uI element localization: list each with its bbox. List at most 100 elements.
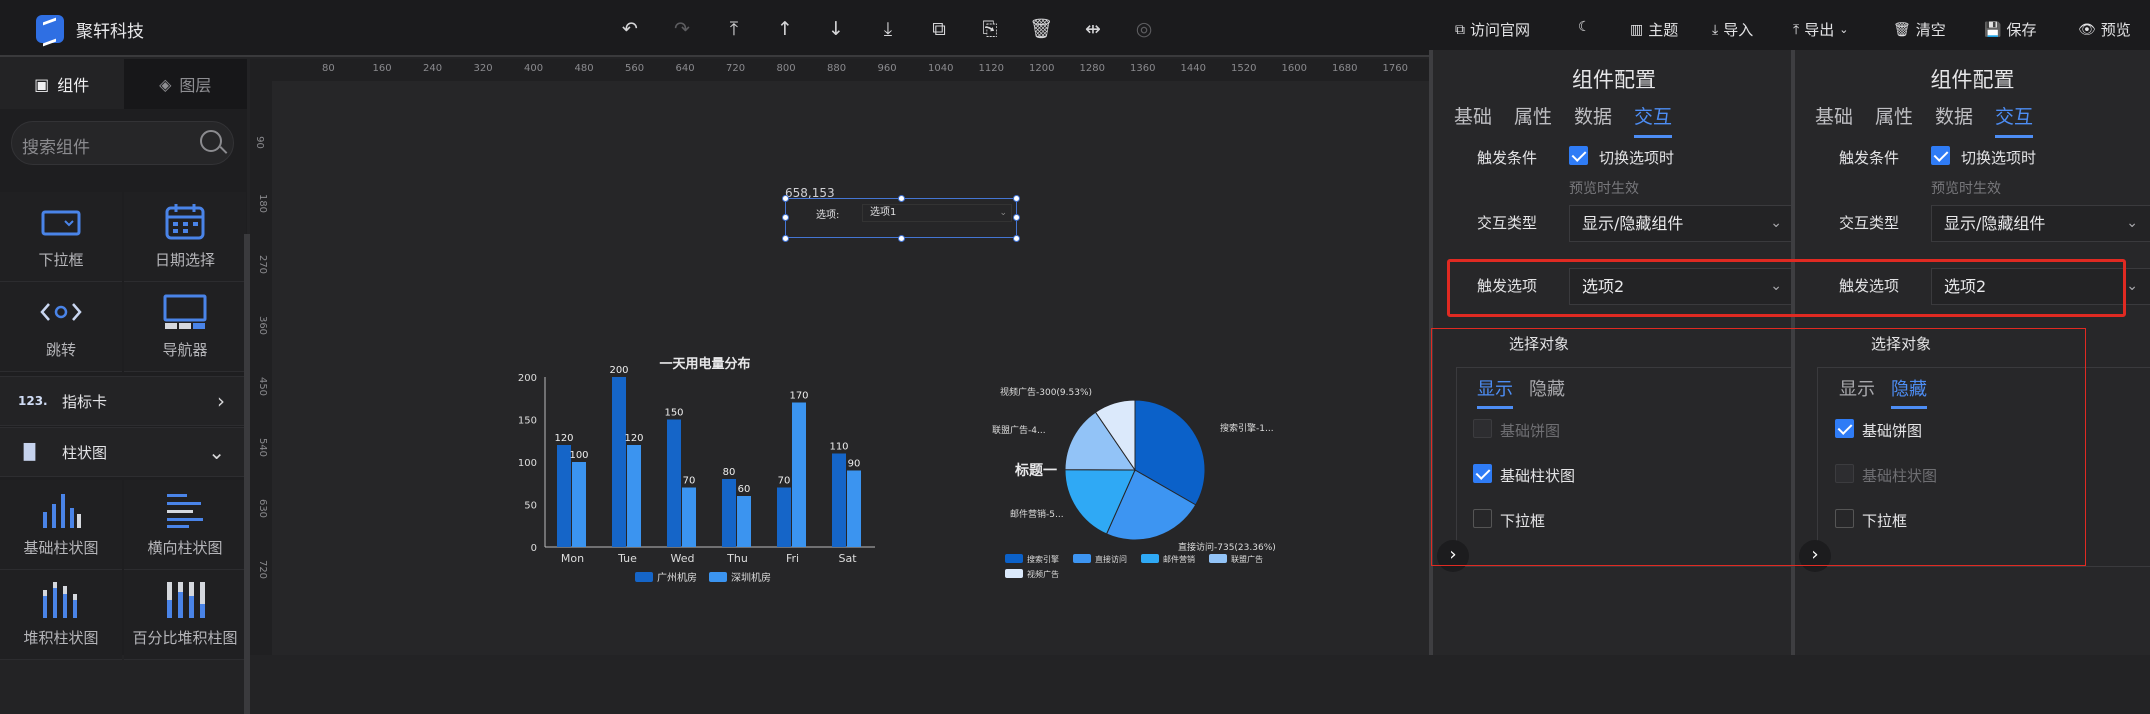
- resize-handle-b[interactable]: [898, 235, 905, 242]
- chevron-down-icon: ⌄: [2126, 215, 2138, 231]
- theme-toggle-button[interactable]: ☾: [1578, 19, 1591, 35]
- clear-button[interactable]: 🗑 清空: [1893, 19, 1946, 40]
- ruler-top: 80 160 240 320 400 480 560 640 720 800 880 960 1040 1…: [258, 59, 1509, 81]
- align-icon[interactable]: ⇹: [1081, 17, 1105, 41]
- external-link-icon: ⧉: [1455, 21, 1465, 38]
- bar: [682, 487, 696, 547]
- top-bar: 聚轩科技 ↶ ↷ ⤒ ↑ ↓ ⤓ ⧉ ⎘ 🗑 ⇹ ◎ ⧉ 访问官网 ☾ ▥ 主题 ⤓…: [0, 0, 2150, 57]
- search-icon[interactable]: [200, 130, 222, 152]
- ruler-tick-label: 880: [827, 63, 847, 74]
- undo-icon[interactable]: ↶: [618, 17, 642, 41]
- tab-interaction[interactable]: 交互: [1995, 102, 2034, 138]
- x-tick-label: Thu: [726, 552, 748, 565]
- resize-handle-tl[interactable]: [782, 195, 789, 202]
- bar-data-label: 120: [554, 433, 573, 444]
- trigger-condition-label: 触发条件: [1839, 149, 1900, 167]
- move-up-icon[interactable]: ↑: [773, 17, 797, 41]
- interaction-type-select[interactable]: 显示/隐藏组件 ⌄: [1569, 205, 1795, 242]
- y-tick-label: 150: [518, 416, 537, 427]
- bar: [722, 479, 736, 547]
- tab-components[interactable]: ▣ 组件: [0, 59, 124, 109]
- resize-handle-r[interactable]: [1013, 214, 1020, 221]
- preview-button[interactable]: 👁 预览: [2078, 19, 2131, 40]
- component-dropdown[interactable]: 下拉框: [0, 192, 122, 282]
- target-icon[interactable]: ◎: [1132, 17, 1156, 41]
- ruler-tick-label: 90: [253, 136, 265, 149]
- export-button[interactable]: ⤒ 导出 ⌄: [1793, 19, 1848, 40]
- save-icon: 💾: [1984, 21, 2002, 38]
- resize-handle-tr[interactable]: [1013, 195, 1020, 202]
- component-percent-stacked-bar[interactable]: 百分比堆积柱图: [124, 570, 246, 660]
- chevron-down-icon: ⌄: [1770, 215, 1782, 231]
- import-button[interactable]: ⤓ 导入: [1712, 19, 1753, 40]
- ruler-tick-label: 1360: [1130, 63, 1156, 74]
- pie-data-label: 联盟广告-4...: [992, 424, 1046, 436]
- legend-label: 邮件营销: [1163, 554, 1195, 564]
- ruler-tick-label: 240: [423, 63, 443, 74]
- preview-hint: 预览时生效: [1931, 181, 2001, 197]
- redo-icon[interactable]: ↷: [670, 17, 694, 41]
- legend-label: 直接访问: [1095, 554, 1127, 564]
- interaction-type-select[interactable]: 显示/隐藏组件 ⌄: [1931, 205, 2150, 242]
- x-tick-label: Fri: [786, 552, 799, 565]
- basic-bar-icon: [43, 493, 81, 528]
- component-horizontal-bar[interactable]: 横向柱状图: [124, 480, 246, 570]
- paste-icon[interactable]: ⎘: [978, 17, 1002, 41]
- tab-properties[interactable]: 属性: [1514, 102, 1552, 138]
- chevron-down-icon: ⌄: [999, 208, 1007, 218]
- tab-basic[interactable]: 基础: [1815, 102, 1853, 138]
- on-switch-checkbox[interactable]: [1569, 146, 1588, 165]
- component-jump[interactable]: 跳转: [0, 282, 122, 372]
- tab-interaction[interactable]: 交互: [1634, 102, 1673, 138]
- pie-chart-widget[interactable]: 标题一 搜索引擎-1... 直接访问-735(23.36%) 邮件营销-5... 联盟广…: [990, 375, 1290, 590]
- tab-properties[interactable]: 属性: [1875, 102, 1913, 138]
- chevron-down-icon: ⌄: [1839, 23, 1849, 36]
- resize-handle-t[interactable]: [898, 195, 905, 202]
- bar: [667, 419, 681, 547]
- ruler-tick-label: 1520: [1231, 63, 1257, 74]
- search-input[interactable]: 搜索组件: [11, 121, 234, 165]
- component-date-picker[interactable]: 日期选择: [124, 192, 246, 282]
- ruler-tick-label: 960: [877, 63, 897, 74]
- delete-icon[interactable]: 🗑: [1029, 17, 1053, 41]
- component-sidebar: ▣ 组件 ◈ 图层 搜索组件 下拉框 日期选择 跳转 导航器 123. 指标卡 › …: [0, 59, 250, 714]
- category-kpi-card[interactable]: 123. 指标卡 ›: [0, 376, 247, 426]
- tab-basic[interactable]: 基础: [1454, 102, 1492, 138]
- ruler-tick-label: 1120: [978, 63, 1004, 74]
- bar-chart-widget[interactable]: 一天用电量分布 0 50 100 150 200 Mon 120 100 Tue 200 120 Wed…: [505, 350, 885, 590]
- resize-handle-br[interactable]: [1013, 235, 1020, 242]
- ruler-tick-label: 450: [257, 376, 269, 397]
- ruler-tick-label: 560: [625, 63, 645, 74]
- theme-button[interactable]: ▥ 主题: [1630, 19, 1678, 40]
- code-jump-icon: [40, 302, 82, 321]
- save-button[interactable]: 💾 保存: [1984, 19, 2036, 40]
- legend-swatch: [635, 572, 653, 582]
- tab-data[interactable]: 数据: [1574, 102, 1612, 138]
- calendar-icon: [165, 203, 205, 239]
- select-widget-label: 选项:: [816, 210, 840, 221]
- component-basic-bar[interactable]: 基础柱状图: [0, 480, 122, 570]
- move-down-icon[interactable]: ↓: [824, 17, 848, 41]
- legend-swatch: [1005, 554, 1023, 563]
- copy-icon[interactable]: ⧉: [927, 17, 951, 41]
- ruler-tick-label: 400: [524, 63, 544, 74]
- resize-handle-l[interactable]: [782, 214, 789, 221]
- dropdown-icon: [41, 210, 81, 235]
- tab-layers[interactable]: ◈ 图层: [123, 59, 247, 109]
- eye-icon: 👁: [2078, 21, 2096, 38]
- component-navigator[interactable]: 导航器: [124, 282, 246, 372]
- navigator-icon: [163, 294, 207, 329]
- select-widget-input[interactable]: 选项1 ⌄: [862, 204, 1012, 222]
- interaction-type-label: 交互类型: [1839, 214, 1900, 232]
- visit-website-button[interactable]: ⧉ 访问官网: [1455, 19, 1530, 40]
- bar-data-label: 120: [624, 433, 643, 444]
- tab-data[interactable]: 数据: [1935, 102, 1973, 138]
- resize-handle-bl[interactable]: [782, 235, 789, 242]
- component-stacked-bar[interactable]: 堆积柱状图: [0, 570, 122, 660]
- send-to-bottom-icon[interactable]: ⤓: [876, 17, 900, 41]
- on-switch-checkbox[interactable]: [1931, 146, 1950, 165]
- horizontal-bar-icon: [167, 493, 203, 528]
- ruler-left: 90 180 270 360 450 540 630 720: [250, 59, 272, 655]
- bring-to-top-icon[interactable]: ⤒: [722, 17, 746, 41]
- category-bar-chart[interactable]: ▐▌ 柱状图 ⌄: [0, 427, 247, 477]
